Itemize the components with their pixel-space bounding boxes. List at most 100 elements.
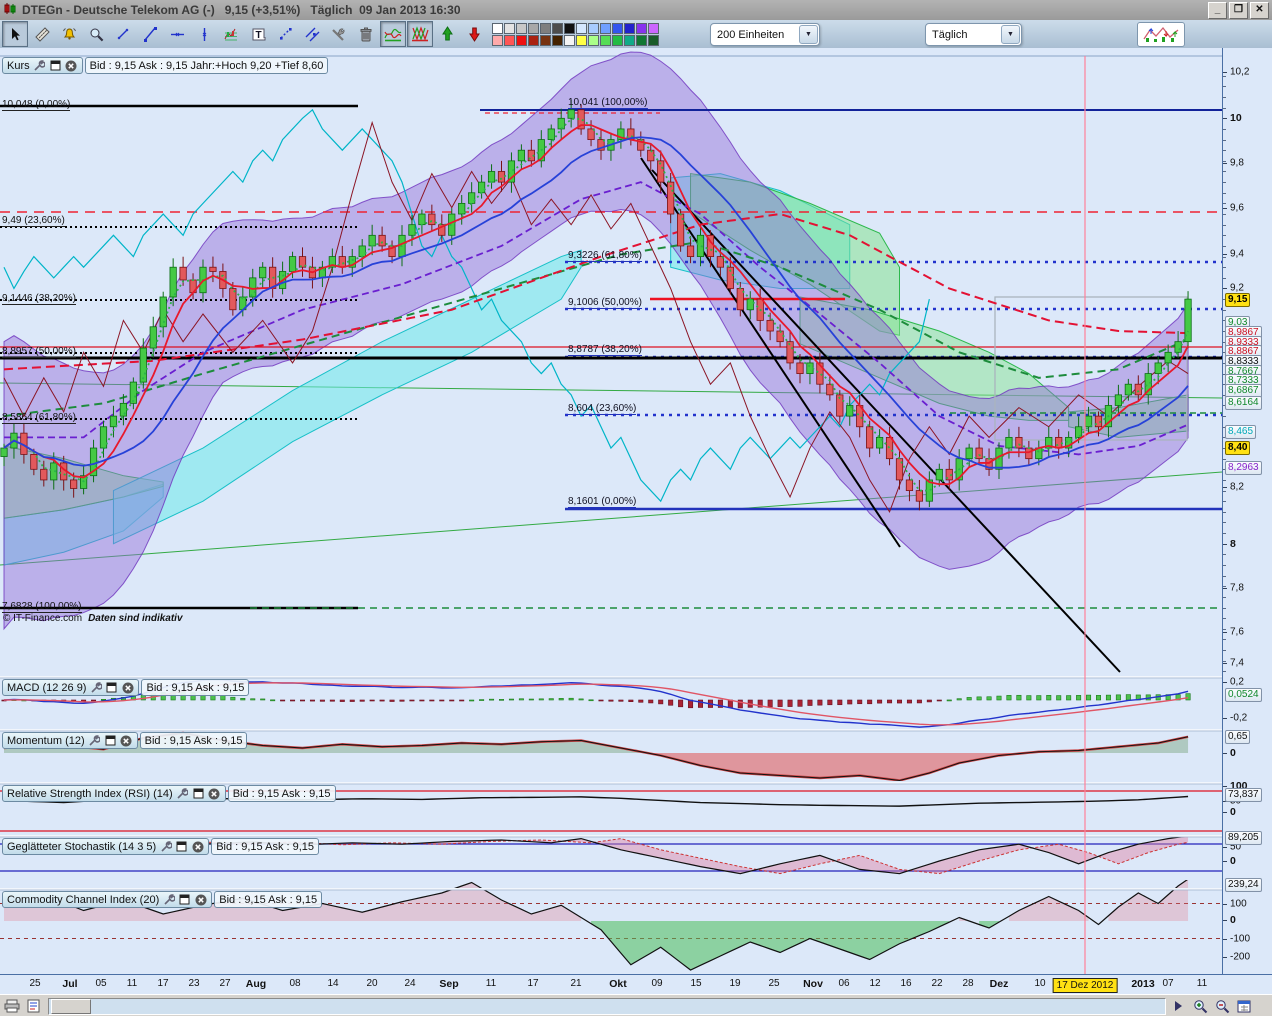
color-swatch[interactable] (588, 22, 599, 34)
wrench-icon[interactable] (162, 893, 175, 906)
chevron-down-icon[interactable]: ▼ (799, 25, 818, 44)
arrowup-tool-button[interactable] (434, 21, 460, 47)
window-icon[interactable] (175, 840, 188, 853)
color-swatch[interactable] (624, 34, 635, 46)
window-icon[interactable] (104, 734, 117, 747)
color-swatch[interactable] (612, 22, 623, 34)
color-swatch[interactable] (540, 22, 551, 34)
zoom-in-icon[interactable] (1190, 997, 1210, 1015)
window-icon[interactable] (192, 787, 205, 800)
dotseg-tool-button[interactable] (272, 21, 298, 47)
window-icon[interactable] (178, 893, 191, 906)
chevron-down-icon[interactable]: ▼ (1001, 25, 1020, 44)
color-swatch[interactable] (576, 34, 587, 46)
fibo-tool-button[interactable] (218, 21, 244, 47)
window-icon[interactable] (105, 681, 118, 694)
text-tool-button[interactable]: T (245, 21, 271, 47)
wrench-icon[interactable] (33, 59, 46, 72)
color-palette[interactable] (492, 22, 659, 46)
wrench-icon[interactable] (159, 840, 172, 853)
chart-settings-button[interactable] (1137, 22, 1185, 47)
color-swatch[interactable] (516, 34, 527, 46)
calendar-icon[interactable] (1234, 997, 1254, 1015)
tools-tool-button[interactable] (326, 21, 352, 47)
close-button[interactable]: ✕ (1250, 2, 1269, 19)
color-swatch[interactable] (492, 34, 503, 46)
close-icon[interactable] (208, 787, 221, 800)
kurs-bidask: Bid : 9,15 Ask : 9,15 Jahr:+Hoch 9,20 +T… (84, 57, 329, 74)
close-icon[interactable] (120, 734, 133, 747)
axis-minor-tick (1223, 214, 1226, 216)
close-icon[interactable] (121, 681, 134, 694)
seg1-tool-button[interactable] (110, 21, 136, 47)
color-swatch[interactable] (528, 22, 539, 34)
hline-tool-button[interactable] (164, 21, 190, 47)
color-swatch[interactable] (648, 22, 659, 34)
price-axis[interactable]: 10,2 10 9,8 9,6 9,4 9,2 8,2 8 7,8 7,6 7,4 0,2 -0,2 0 1… (1222, 48, 1272, 994)
window-icon[interactable] (49, 59, 62, 72)
scrollbar-thumb[interactable] (51, 998, 91, 1014)
color-swatch[interactable] (540, 34, 551, 46)
trash-tool-button[interactable] (353, 21, 379, 47)
report-icon[interactable] (24, 997, 44, 1015)
scroll-right-icon[interactable] (1168, 997, 1188, 1015)
candles2-tool-button[interactable] (407, 21, 433, 47)
color-swatch[interactable] (600, 34, 611, 46)
indicator-title-box[interactable]: Geglätteter Stochastik (14 3 5) (2, 838, 210, 855)
print-icon[interactable] (2, 997, 22, 1015)
restore-button[interactable]: ❐ (1229, 2, 1248, 19)
wrench-icon[interactable] (88, 734, 101, 747)
color-swatch[interactable] (564, 22, 575, 34)
indicator-title-box[interactable]: MACD (12 26 9) (2, 679, 140, 696)
color-swatch[interactable] (588, 34, 599, 46)
color-swatch[interactable] (600, 22, 611, 34)
color-swatch[interactable] (504, 34, 515, 46)
main-chart-svg[interactable] (0, 48, 1222, 974)
color-swatch[interactable] (612, 34, 623, 46)
bell-tool-button[interactable] (56, 21, 82, 47)
color-swatch[interactable] (564, 34, 575, 46)
zoom-out-icon[interactable] (1212, 997, 1232, 1015)
time-scrollbar[interactable] (48, 997, 1166, 1015)
color-swatch[interactable] (636, 34, 647, 46)
color-swatch[interactable] (576, 22, 587, 34)
vline-tool-button[interactable] (191, 21, 217, 47)
close-icon[interactable] (65, 59, 78, 72)
kurs-title-box[interactable]: Kurs (2, 57, 83, 74)
time-axis-label: 11 (1196, 978, 1208, 989)
color-swatch[interactable] (492, 22, 503, 34)
arrowdown-tool-button[interactable] (461, 21, 487, 47)
wrench-icon[interactable] (89, 681, 102, 694)
trendline-tool-button[interactable] (137, 21, 163, 47)
candles-tool-button[interactable] (380, 21, 406, 47)
indicator-title-box[interactable]: Commodity Channel Index (20) (2, 891, 213, 908)
cursor-tool-button[interactable] (2, 21, 28, 47)
units-dropdown[interactable]: 200 Einheiten ▼ (710, 23, 820, 46)
color-swatch[interactable] (528, 34, 539, 46)
wrench-icon[interactable] (176, 787, 189, 800)
time-axis-label: 20 (366, 978, 378, 989)
chart-canvas[interactable] (0, 48, 1222, 974)
color-swatch[interactable] (552, 34, 563, 46)
color-swatch[interactable] (648, 34, 659, 46)
color-swatch[interactable] (624, 22, 635, 34)
time-axis-label: 27 (219, 978, 231, 989)
period-dropdown[interactable]: Täglich ▼ (925, 23, 1022, 46)
title-bar[interactable]: DTEGn - Deutsche Telekom AG (-) 9,15 (+3… (0, 0, 1272, 21)
zoom-tool-button[interactable] (83, 21, 109, 47)
indicator-title-box[interactable]: Relative Strength Index (RSI) (14) (2, 785, 226, 802)
close-icon[interactable] (191, 840, 204, 853)
color-swatch[interactable] (636, 22, 647, 34)
axis-minor-tick (1223, 309, 1226, 311)
color-swatch[interactable] (504, 22, 515, 34)
close-icon[interactable] (194, 893, 207, 906)
indicator-title-box[interactable]: Momentum (12) (2, 732, 138, 749)
color-swatch[interactable] (552, 22, 563, 34)
axis-minor-tick (1223, 628, 1226, 630)
minimize-button[interactable]: _ (1208, 2, 1227, 19)
color-swatch[interactable] (516, 22, 527, 34)
parallel-tool-button[interactable] (299, 21, 325, 47)
ruler-tool-button[interactable] (29, 21, 55, 47)
fib-level-label: 8,604 (23,60%) (568, 403, 637, 415)
time-axis[interactable]: 25 Jul 05 11 17 23 27 Aug 08 14 20 24 Sep 11 17 21 Okt 09… (0, 974, 1272, 995)
